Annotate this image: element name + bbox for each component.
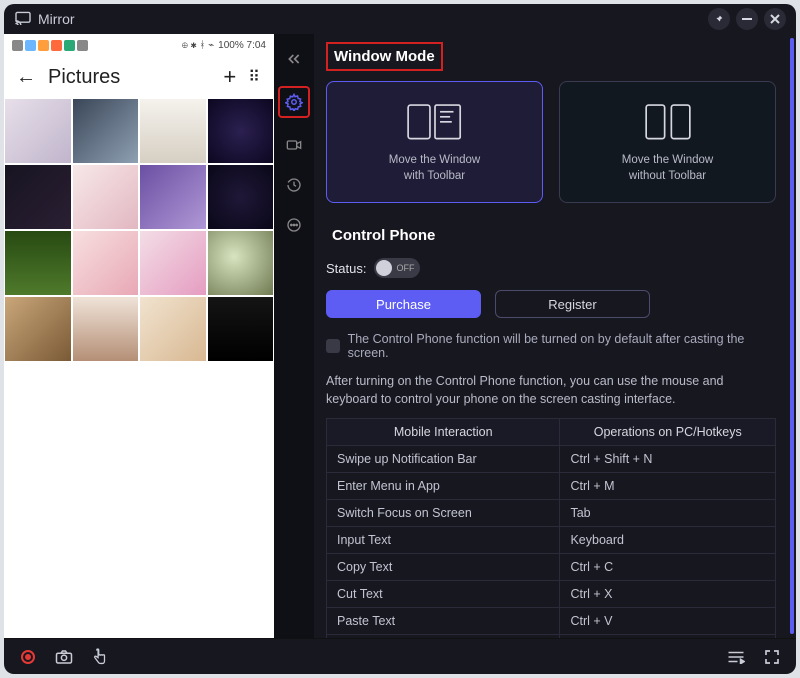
screenshot-button[interactable] bbox=[54, 647, 74, 667]
playlist-icon[interactable] bbox=[726, 647, 746, 667]
window-mode-heading: Window Mode bbox=[326, 42, 443, 71]
settings-panel: Window Mode Move the Windowwith Toolbar bbox=[314, 34, 796, 638]
app-window: Mirror ⊕ ✱ ᚼ ⌁ 100% 7:04 ← bbox=[4, 4, 796, 674]
photo-thumb[interactable] bbox=[4, 296, 72, 362]
app-title: Mirror bbox=[38, 11, 75, 27]
cast-icon bbox=[14, 11, 32, 28]
table-row: Cut TextCtrl + X bbox=[327, 581, 776, 608]
photo-thumb[interactable] bbox=[139, 296, 207, 362]
more-icon[interactable] bbox=[281, 212, 307, 238]
table-row: Paste TextCtrl + V bbox=[327, 608, 776, 635]
record-button[interactable] bbox=[18, 647, 38, 667]
pin-button[interactable] bbox=[708, 8, 730, 30]
photo-thumb[interactable] bbox=[4, 164, 72, 230]
add-icon[interactable]: + bbox=[223, 64, 236, 90]
close-button[interactable] bbox=[764, 8, 786, 30]
mode-with-toolbar[interactable]: Move the Windowwith Toolbar bbox=[326, 81, 543, 203]
photo-thumb[interactable] bbox=[4, 230, 72, 296]
table-row: Input TextKeyboard bbox=[327, 527, 776, 554]
app-brand: Mirror bbox=[14, 11, 75, 28]
main-area: ⊕ ✱ ᚼ ⌁ 100% 7:04 ← Pictures + ⠿ Window … bbox=[4, 34, 796, 638]
table-row: Copy TextCtrl + C bbox=[327, 554, 776, 581]
control-phone-toggle[interactable]: OFF bbox=[374, 258, 420, 278]
history-icon[interactable] bbox=[281, 172, 307, 198]
record-video-icon[interactable] bbox=[281, 132, 307, 158]
photo-thumb[interactable] bbox=[207, 296, 275, 362]
photo-thumb[interactable] bbox=[72, 164, 140, 230]
mode-without-toolbar[interactable]: Move the Windowwithout Toolbar bbox=[559, 81, 776, 203]
phone-page-title: Pictures bbox=[48, 66, 211, 89]
control-phone-heading: Control Phone bbox=[326, 223, 441, 248]
photo-thumb[interactable] bbox=[139, 230, 207, 296]
table-row: Enter Menu in AppCtrl + M bbox=[327, 473, 776, 500]
purchase-button[interactable]: Purchase bbox=[326, 290, 481, 318]
status-label: Status: bbox=[326, 261, 366, 276]
table-row: Swipe up Notification BarCtrl + Shift + … bbox=[327, 446, 776, 473]
table-col-mobile: Mobile Interaction bbox=[327, 419, 560, 446]
hotkey-table: Mobile Interaction Operations on PC/Hotk… bbox=[326, 418, 776, 638]
table-row: Undo (For Some Apps)Ctrl + Z bbox=[327, 635, 776, 638]
battery-text: 100% 7:04 bbox=[218, 40, 266, 51]
titlebar: Mirror bbox=[4, 4, 796, 34]
register-button[interactable]: Register bbox=[495, 290, 650, 318]
grid-icon[interactable]: ⠿ bbox=[248, 67, 262, 87]
photo-thumb[interactable] bbox=[72, 98, 140, 164]
back-icon[interactable]: ← bbox=[16, 66, 36, 89]
photo-grid[interactable] bbox=[4, 98, 274, 362]
photo-thumb[interactable] bbox=[207, 164, 275, 230]
photo-thumb[interactable] bbox=[4, 98, 72, 164]
checkbox-label: The Control Phone function will be turne… bbox=[348, 332, 776, 360]
collapse-icon[interactable] bbox=[281, 46, 307, 72]
phone-statusbar: ⊕ ✱ ᚼ ⌁ 100% 7:04 bbox=[4, 34, 274, 56]
bottom-toolbar bbox=[4, 638, 796, 674]
photo-thumb[interactable] bbox=[139, 164, 207, 230]
photo-thumb[interactable] bbox=[139, 98, 207, 164]
pointer-button[interactable] bbox=[90, 647, 110, 667]
phone-mirror: ⊕ ✱ ᚼ ⌁ 100% 7:04 ← Pictures + ⠿ bbox=[4, 34, 274, 638]
mode-sidebar bbox=[274, 34, 314, 638]
phone-header: ← Pictures + ⠿ bbox=[4, 56, 274, 98]
fullscreen-icon[interactable] bbox=[762, 647, 782, 667]
photo-thumb[interactable] bbox=[72, 230, 140, 296]
default-on-checkbox[interactable] bbox=[326, 339, 340, 353]
table-col-pc: Operations on PC/Hotkeys bbox=[560, 419, 776, 446]
photo-thumb[interactable] bbox=[72, 296, 140, 362]
photo-thumb[interactable] bbox=[207, 98, 275, 164]
control-phone-description: After turning on the Control Phone funct… bbox=[326, 372, 776, 408]
window-mode-options: Move the Windowwith Toolbar Move the Win… bbox=[326, 81, 776, 203]
settings-gear-icon[interactable] bbox=[281, 89, 307, 115]
photo-thumb[interactable] bbox=[207, 230, 275, 296]
minimize-button[interactable] bbox=[736, 8, 758, 30]
scrollbar[interactable] bbox=[790, 38, 794, 634]
wifi-icon: ⊕ ✱ ᚼ ⌁ bbox=[182, 40, 214, 51]
table-row: Switch Focus on ScreenTab bbox=[327, 500, 776, 527]
